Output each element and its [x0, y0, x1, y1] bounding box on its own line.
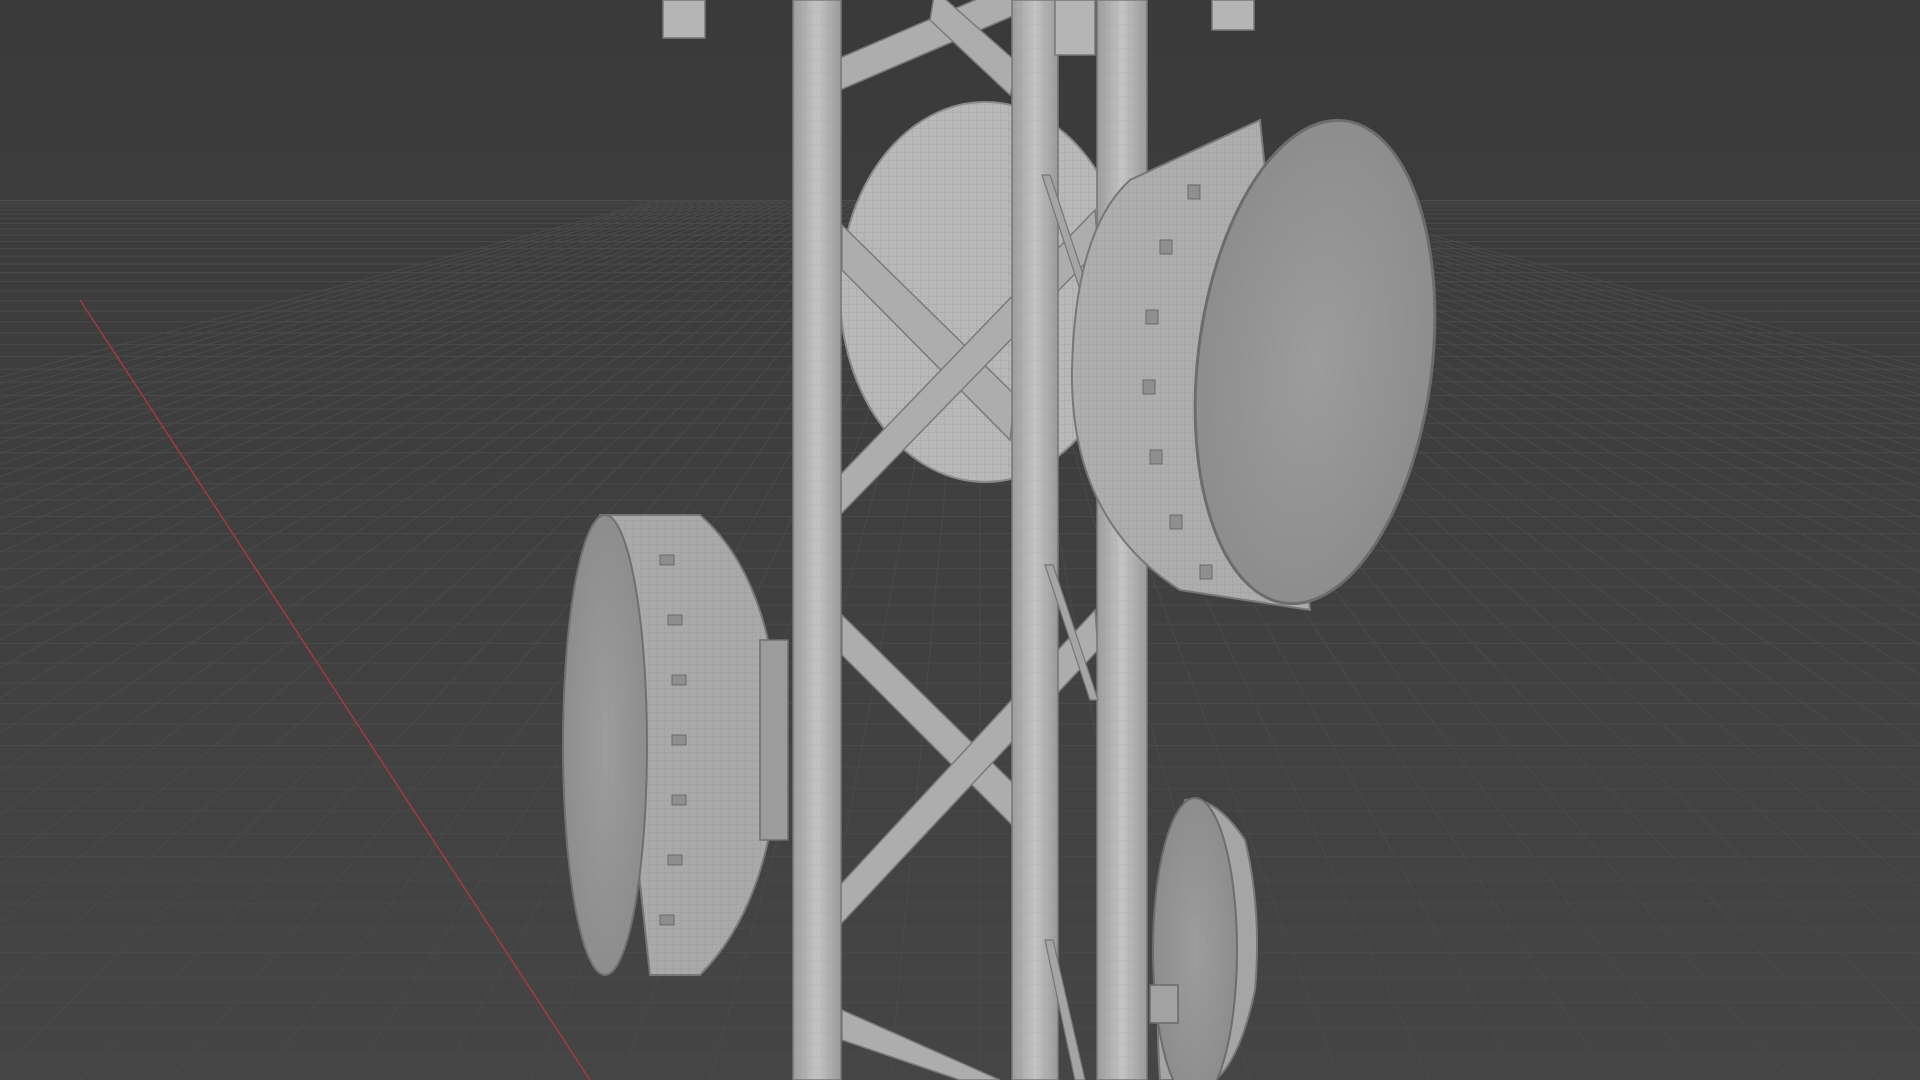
3d-viewport[interactable]: [0, 0, 1920, 1080]
viewport-canvas[interactable]: [0, 0, 1920, 1080]
x-axis-line: [79, 299, 591, 1080]
tower-pole-left: [792, 0, 842, 1080]
dish-antenna-left[interactable]: [562, 514, 789, 976]
tower-pole-middle: [1011, 0, 1059, 1080]
dish-antenna-right-upper[interactable]: [1070, 107, 1461, 618]
dish-antenna-right-lower[interactable]: [1149, 797, 1259, 1080]
